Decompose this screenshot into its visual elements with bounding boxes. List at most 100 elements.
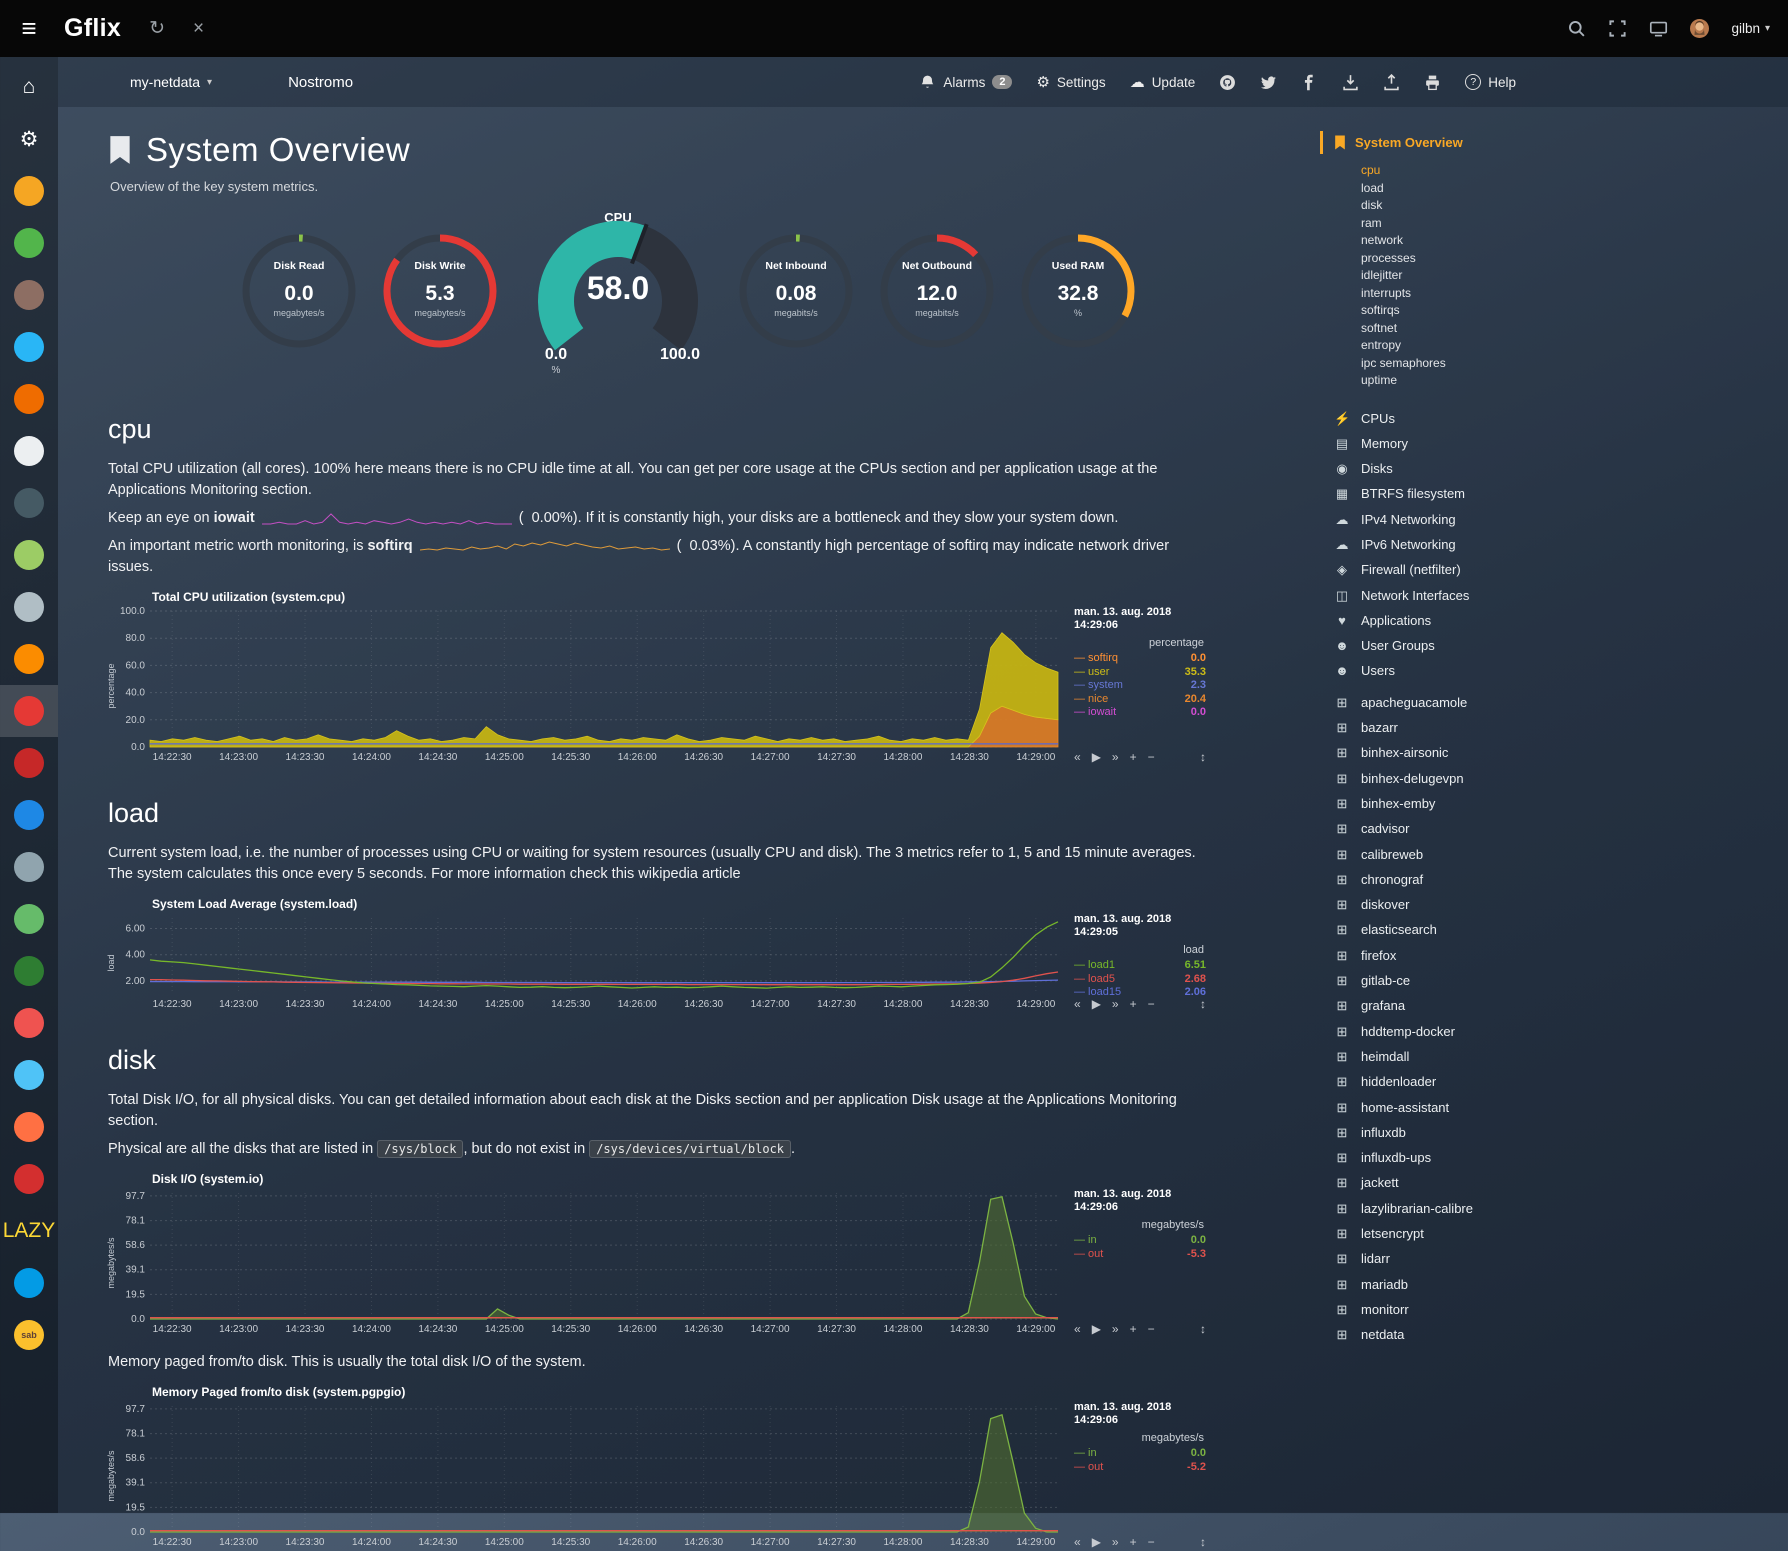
legend-row-out[interactable]: — out-5.3	[1074, 1248, 1206, 1262]
chart-play-button[interactable]: ▶	[1092, 750, 1101, 764]
sidebar-tab-nextcloud[interactable]	[0, 1257, 58, 1309]
rn-section-ipv4-networking[interactable]: ☁IPv4 Networking	[1334, 507, 1778, 532]
rn-app-diskover[interactable]: ⊞diskover	[1334, 892, 1778, 917]
rn-app-binhex-emby[interactable]: ⊞binhex-emby	[1334, 791, 1778, 816]
close-tab-icon[interactable]: ×	[193, 18, 204, 40]
server-dropdown[interactable]: my-netdata▾	[130, 74, 212, 90]
sidebar-tab-gitlab[interactable]	[0, 1101, 58, 1153]
update-button[interactable]: ☁Update	[1130, 73, 1196, 91]
rn-app-hddtemp-docker[interactable]: ⊞hddtemp-docker	[1334, 1019, 1778, 1044]
github-icon[interactable]	[1219, 74, 1236, 91]
rn-subitem-load[interactable]: load	[1361, 180, 1778, 198]
legend-row-in[interactable]: — in0.0	[1074, 1234, 1206, 1248]
rn-app-influxdb-ups[interactable]: ⊞influxdb-ups	[1334, 1145, 1778, 1170]
chart-resize-handle[interactable]: ↕	[1200, 750, 1206, 764]
sidebar-tab-radarr[interactable]	[0, 477, 58, 529]
gauge-disk-read[interactable]: Disk Read0.0megabytes/s	[236, 231, 362, 362]
gauge-used-ram[interactable]: Used RAM32.8%	[1015, 231, 1141, 362]
gauge-cpu[interactable]: CPU58.00.0100.0%	[518, 210, 718, 382]
rn-app-grafana[interactable]: ⊞grafana	[1334, 993, 1778, 1018]
sidebar-tab-plex[interactable]	[0, 425, 58, 477]
hamburger-menu-icon[interactable]: ≡	[0, 0, 58, 57]
search-icon[interactable]	[1567, 19, 1586, 38]
chart-resize-handle[interactable]: ↕	[1200, 1322, 1206, 1336]
rn-app-calibreweb[interactable]: ⊞calibreweb	[1334, 842, 1778, 867]
twitter-icon[interactable]	[1260, 74, 1277, 91]
rn-subitem-idlejitter[interactable]: idlejitter	[1361, 267, 1778, 285]
gauge-net-outbound[interactable]: Net Outbound12.0megabits/s	[874, 231, 1000, 362]
chart-plot[interactable]: 14:22:3014:23:0014:23:3014:24:0014:24:30…	[108, 606, 1066, 766]
sidebar-tab-calibre[interactable]	[0, 269, 58, 321]
rn-app-cadvisor[interactable]: ⊞cadvisor	[1334, 816, 1778, 841]
rn-app-lidarr[interactable]: ⊞lidarr	[1334, 1246, 1778, 1271]
alarms-button[interactable]: Alarms 2	[919, 74, 1012, 91]
legend-row-nice[interactable]: — nice20.4	[1074, 693, 1206, 707]
rn-app-mariadb[interactable]: ⊞mariadb	[1334, 1272, 1778, 1297]
sidebar-tab-grafana[interactable]	[0, 529, 58, 581]
rn-subitem-processes[interactable]: processes	[1361, 250, 1778, 268]
chart-plot[interactable]: 14:22:3014:23:0014:23:3014:24:0014:24:30…	[108, 913, 1066, 1013]
chart-zoom-in-button[interactable]: +	[1130, 997, 1137, 1011]
sidebar-tab-emby[interactable]	[0, 217, 58, 269]
settings-button[interactable]: ⚙Settings	[1036, 73, 1105, 91]
chart-zoom-out-button[interactable]: −	[1148, 997, 1155, 1011]
rn-section-network-interfaces[interactable]: ◫Network Interfaces	[1334, 583, 1778, 608]
rn-section-user-groups[interactable]: ☻User Groups	[1334, 633, 1778, 658]
user-menu[interactable]: gilbn▾	[1731, 21, 1770, 36]
refresh-icon[interactable]: ↻	[149, 17, 165, 40]
sidebar-tab-bazarr[interactable]	[0, 737, 58, 789]
right-nav-active-section[interactable]: System Overview	[1320, 131, 1778, 154]
chart-pan-backward-button[interactable]: «	[1074, 750, 1081, 764]
sidebar-tab-htop[interactable]	[0, 945, 58, 997]
rn-subitem-interrupts[interactable]: interrupts	[1361, 285, 1778, 303]
sidebar-tab-airsonic[interactable]	[0, 321, 58, 373]
chart-zoom-in-button[interactable]: +	[1130, 1535, 1137, 1549]
sidebar-tab-ombi[interactable]	[0, 633, 58, 685]
chart-resize-handle[interactable]: ↕	[1200, 1535, 1206, 1549]
chart-zoom-out-button[interactable]: −	[1148, 750, 1155, 764]
rn-subitem-entropy[interactable]: entropy	[1361, 337, 1778, 355]
sidebar-tab-snip[interactable]	[0, 581, 58, 633]
rn-app-hiddenloader[interactable]: ⊞hiddenloader	[1334, 1069, 1778, 1094]
download-icon[interactable]	[1342, 74, 1359, 91]
sidebar-tab-jackett[interactable]	[0, 373, 58, 425]
rn-app-influxdb[interactable]: ⊞influxdb	[1334, 1120, 1778, 1145]
chart-zoom-out-button[interactable]: −	[1148, 1322, 1155, 1336]
rn-section-disks[interactable]: ◉Disks	[1334, 456, 1778, 481]
rn-app-lazylibrarian-calibre[interactable]: ⊞lazylibrarian-calibre	[1334, 1196, 1778, 1221]
chart-play-button[interactable]: ▶	[1092, 1535, 1101, 1549]
chart-plot[interactable]: 14:22:3014:23:0014:23:3014:24:0014:24:30…	[108, 1401, 1066, 1551]
sidebar-tab-settings[interactable]: ⚙	[0, 113, 58, 165]
chart-pan-forward-button[interactable]: »	[1112, 1535, 1119, 1549]
rn-app-binhex-airsonic[interactable]: ⊞binhex-airsonic	[1334, 740, 1778, 765]
sidebar-tab-lazylibrarian[interactable]: LAZY	[0, 1205, 58, 1257]
rn-subitem-ram[interactable]: ram	[1361, 215, 1778, 233]
rn-app-chronograf[interactable]: ⊞chronograf	[1334, 867, 1778, 892]
rn-app-apacheguacamole[interactable]: ⊞apacheguacamole	[1334, 690, 1778, 715]
rn-section-ipv6-networking[interactable]: ☁IPv6 Networking	[1334, 532, 1778, 557]
chart-resize-handle[interactable]: ↕	[1200, 997, 1206, 1011]
rn-section-cpus[interactable]: ⚡CPUs	[1334, 406, 1778, 431]
rn-subitem-disk[interactable]: disk	[1361, 197, 1778, 215]
sidebar-tab-deluge[interactable]	[0, 789, 58, 841]
rn-app-elasticsearch[interactable]: ⊞elasticsearch	[1334, 917, 1778, 942]
rn-app-letsencrypt[interactable]: ⊞letsencrypt	[1334, 1221, 1778, 1246]
rn-app-heimdall[interactable]: ⊞heimdall	[1334, 1044, 1778, 1069]
legend-row-in[interactable]: — in0.0	[1074, 1447, 1206, 1461]
sidebar-tab-unraid[interactable]	[0, 841, 58, 893]
sidebar-tab-downloads[interactable]	[0, 1153, 58, 1205]
legend-row-iowait[interactable]: — iowait0.0	[1074, 706, 1206, 720]
rn-section-btrfs-filesystem[interactable]: ▦BTRFS filesystem	[1334, 481, 1778, 506]
rn-section-firewall-netfilter-[interactable]: ◈Firewall (netfilter)	[1334, 557, 1778, 582]
sidebar-tab-filebrowser[interactable]	[0, 1049, 58, 1101]
rn-subitem-network[interactable]: network	[1361, 232, 1778, 250]
legend-row-user[interactable]: — user35.3	[1074, 666, 1206, 680]
facebook-icon[interactable]	[1301, 74, 1318, 91]
sidebar-tab-home[interactable]: ⌂	[0, 61, 58, 113]
rn-app-binhex-delugevpn[interactable]: ⊞binhex-delugevpn	[1334, 766, 1778, 791]
print-icon[interactable]	[1424, 74, 1441, 91]
avatar[interactable]	[1690, 19, 1709, 38]
chart-zoom-out-button[interactable]: −	[1148, 1535, 1155, 1549]
legend-row-softirq[interactable]: — softirq0.0	[1074, 652, 1206, 666]
rn-app-home-assistant[interactable]: ⊞home-assistant	[1334, 1095, 1778, 1120]
